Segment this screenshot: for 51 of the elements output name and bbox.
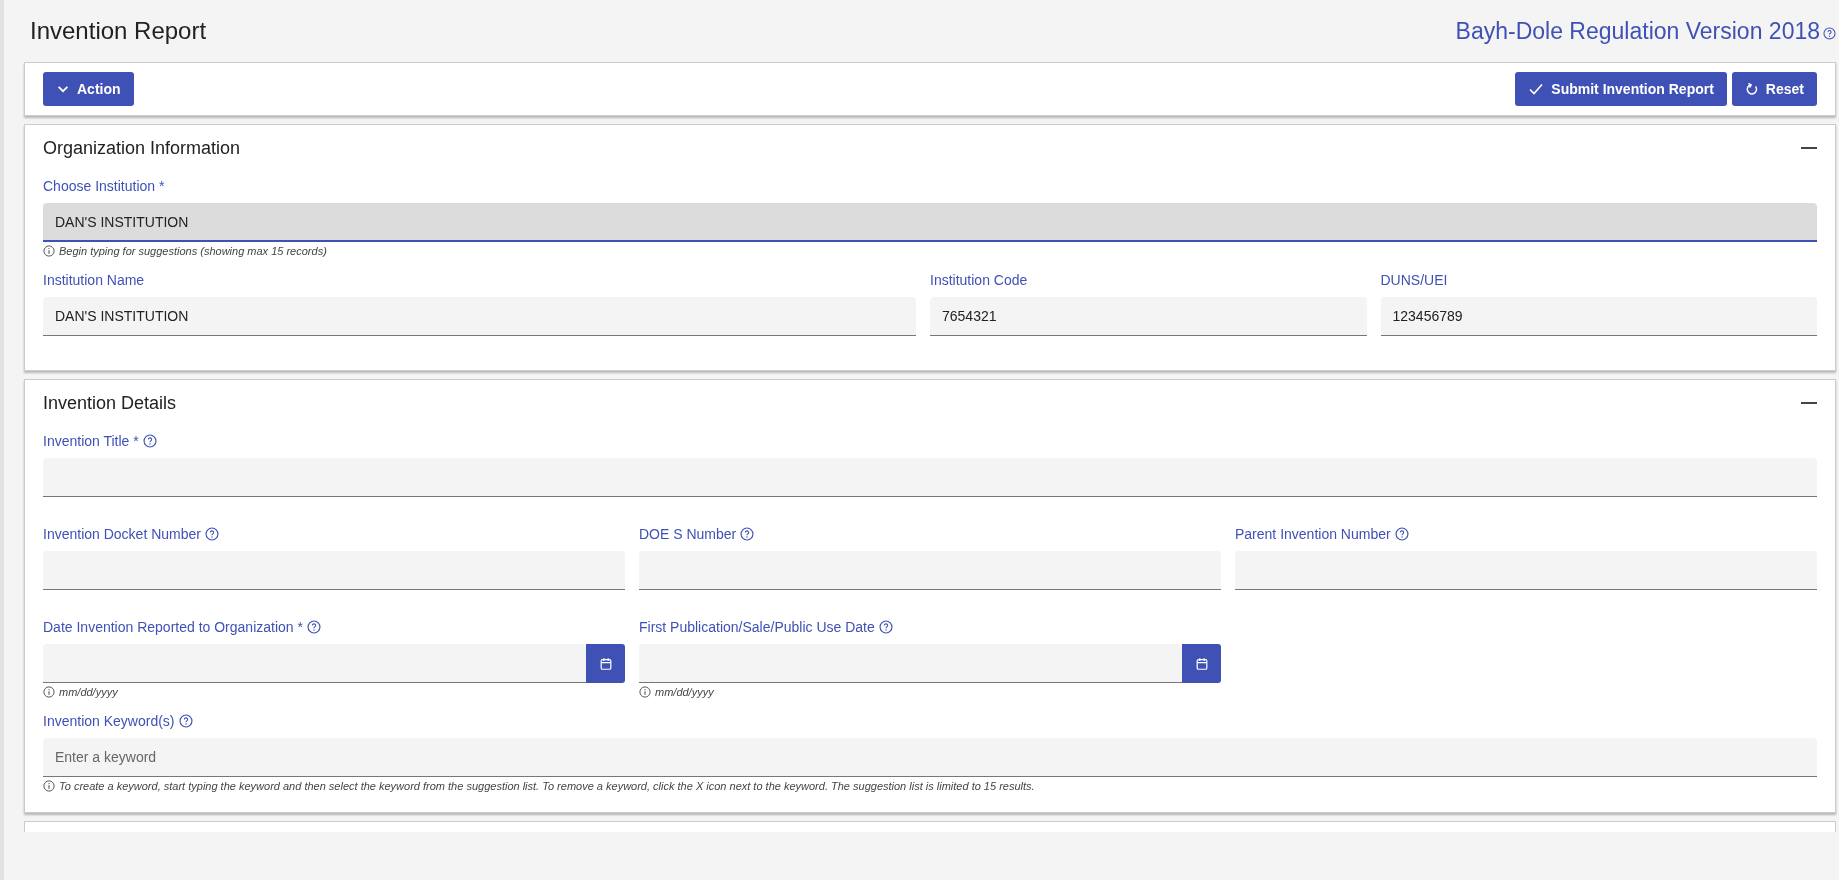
field-label: Institution Name [43, 272, 145, 288]
info-icon [43, 686, 55, 698]
hint-text: To create a keyword, start typing the keyword and then select the keyword from the suggestion list. To remove a keyword, click the X icon next to the keyword. The suggestion list is limited to 15 results. [59, 780, 1035, 792]
section-title: Organization Information [43, 137, 241, 159]
help-icon[interactable] [1394, 527, 1409, 541]
hint-text: Begin typing for suggestions (showing max 15 records) [59, 245, 327, 257]
input-field[interactable]: 123456789 [1380, 297, 1817, 336]
help-icon[interactable] [178, 714, 193, 728]
field-label: Parent Invention Number [1235, 526, 1391, 542]
field-label: DUNS/UEI [1380, 272, 1448, 288]
input-field[interactable] [43, 551, 625, 590]
check-icon [1528, 81, 1545, 97]
page-title: Invention Report [30, 17, 207, 45]
input-field[interactable]: 7654321 [930, 297, 1367, 336]
reset-button[interactable]: Reset [1731, 72, 1817, 106]
input-field[interactable] [1235, 551, 1817, 590]
help-icon[interactable] [142, 434, 157, 448]
date-field[interactable] [639, 644, 1182, 683]
field-label: Choose Institution * [43, 178, 165, 194]
field-label: Invention Keyword(s) [43, 713, 175, 729]
help-icon[interactable] [306, 620, 321, 634]
info-icon [43, 245, 55, 257]
input-field[interactable]: DAN'S INSTITUTION [43, 297, 916, 336]
field-label: First Publication/Sale/Public Use Date [639, 619, 875, 635]
help-icon[interactable] [1823, 26, 1836, 40]
calendar-icon [1194, 656, 1209, 671]
calendar-button[interactable] [1182, 644, 1221, 683]
input-field[interactable] [639, 551, 1221, 590]
help-icon[interactable] [878, 620, 893, 634]
section-title: Invention Details [43, 392, 177, 414]
input-field[interactable]: Enter a keyword [43, 738, 1817, 777]
hint-text: mm/dd/yyyy [59, 686, 118, 698]
input-field[interactable]: DAN'S INSTITUTION [43, 203, 1817, 242]
calendar-button[interactable] [586, 644, 625, 683]
field-label: DOE S Number [639, 526, 737, 542]
calendar-icon [598, 656, 613, 671]
help-icon[interactable] [740, 527, 755, 541]
info-icon [43, 780, 55, 792]
submit-button[interactable]: Submit Invention Report [1515, 72, 1727, 106]
field-label: Invention Docket Number [43, 526, 201, 542]
hint-text: mm/dd/yyyy [655, 686, 714, 698]
regulation-version: Bayh-Dole Regulation Version 2018 [1455, 17, 1820, 45]
date-field[interactable] [43, 644, 586, 683]
field-label: Invention Title * [43, 433, 139, 449]
field-label: Date Invention Reported to Organization * [43, 619, 303, 635]
refresh-icon [1744, 82, 1759, 96]
field-label: Institution Code [930, 272, 1028, 288]
info-icon [639, 686, 651, 698]
input-field[interactable] [43, 458, 1817, 497]
help-icon[interactable] [204, 527, 219, 541]
action-button[interactable]: Action [43, 72, 134, 106]
